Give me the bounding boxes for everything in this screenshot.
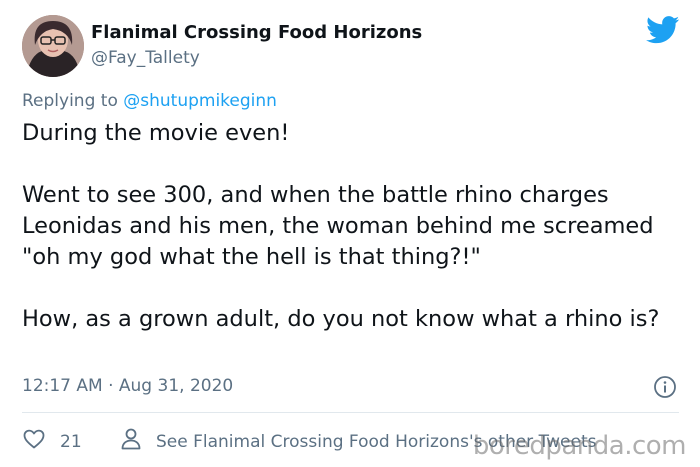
tweet-timestamp[interactable]: 12:17 AM · Aug 31, 2020 — [22, 376, 233, 396]
reply-context: Replying to @shutupmikeginn — [22, 91, 277, 111]
person-icon — [120, 427, 142, 456]
tweet-text: During the movie even! Went to see 300, … — [22, 118, 687, 335]
like-count: 21 — [60, 431, 82, 452]
tweet-paragraph: During the movie even! — [22, 120, 290, 146]
reply-prefix: Replying to — [22, 91, 124, 111]
author-handle[interactable]: @Fay_Tallety — [91, 48, 200, 68]
heart-icon — [22, 427, 46, 456]
twitter-bird-icon[interactable] — [646, 16, 680, 44]
like-button[interactable]: 21 — [22, 427, 82, 456]
divider — [22, 412, 679, 413]
author-name[interactable]: Flanimal Crossing Food Horizons — [91, 22, 422, 43]
tweet-paragraph: How, as a grown adult, do you not know w… — [22, 306, 660, 332]
reply-mention-link[interactable]: @shutupmikeginn — [123, 91, 277, 111]
tweet-paragraph: Went to see 300, and when the battle rhi… — [22, 182, 654, 270]
avatar[interactable] — [22, 15, 84, 77]
info-icon[interactable] — [653, 375, 677, 399]
watermark: boredpanda.com — [472, 431, 687, 461]
